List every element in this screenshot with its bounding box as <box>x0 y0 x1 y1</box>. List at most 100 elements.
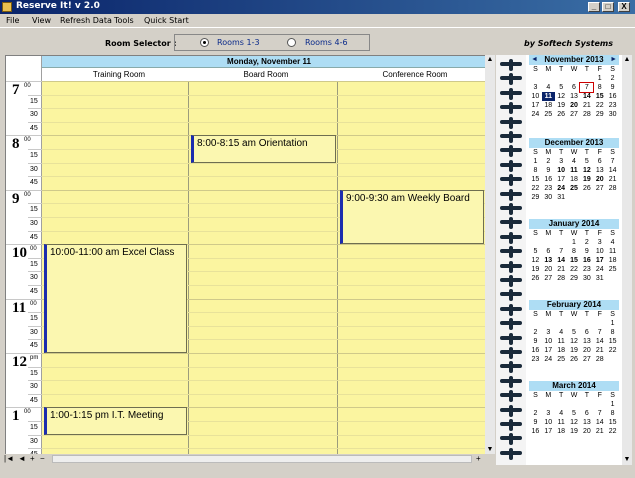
calendar-day[interactable]: 2 <box>529 409 542 418</box>
menu-quick-start[interactable]: Quick Start <box>144 16 189 25</box>
menu-tools[interactable]: Tools <box>114 16 134 25</box>
calendar-day[interactable]: 29 <box>529 193 542 202</box>
calendar-scroll-down-icon[interactable]: ▼ <box>622 455 632 465</box>
calendar-day[interactable]: 8 <box>593 83 606 92</box>
horizontal-scrollbar[interactable] <box>52 455 472 463</box>
calendar-scrollbar[interactable]: ▲ ▼ <box>622 55 632 465</box>
calendar-day[interactable]: 5 <box>555 83 568 92</box>
calendar-day[interactable]: 20 <box>593 175 606 184</box>
calendar-day[interactable]: 5 <box>568 409 581 418</box>
event-block[interactable]: 1:00-1:15 pm I.T. Meeting <box>44 407 187 435</box>
calendar-day[interactable]: 9 <box>529 337 542 346</box>
calendar-day[interactable]: 21 <box>593 427 606 436</box>
calendar-day[interactable]: 21 <box>580 101 593 110</box>
calendar-day[interactable]: 18 <box>568 175 581 184</box>
calendar-day[interactable]: 5 <box>580 157 593 166</box>
calendar-day[interactable]: 20 <box>580 427 593 436</box>
calendar-day[interactable]: 19 <box>529 265 542 274</box>
calendar-day[interactable]: 18 <box>555 427 568 436</box>
calendar-day[interactable]: 30 <box>580 274 593 283</box>
calendar-day[interactable]: 5 <box>568 328 581 337</box>
calendar-day[interactable]: 3 <box>542 409 555 418</box>
calendar-day[interactable]: 17 <box>555 175 568 184</box>
calendar-day[interactable]: 13 <box>542 256 555 265</box>
maximize-button[interactable]: □ <box>602 2 614 12</box>
calendar-day[interactable]: 4 <box>568 157 581 166</box>
calendar-day[interactable]: 9 <box>606 83 619 92</box>
calendar-day[interactable]: 22 <box>606 346 619 355</box>
calendar-day[interactable]: 30 <box>606 110 619 119</box>
calendar-day[interactable]: 27 <box>568 110 581 119</box>
calendar-day[interactable]: 14 <box>606 166 619 175</box>
calendar-day[interactable]: 8 <box>606 328 619 337</box>
calendar-day[interactable]: 2 <box>542 157 555 166</box>
calendar-day[interactable]: 16 <box>542 175 555 184</box>
rooms-4-6-radio[interactable] <box>287 38 296 47</box>
calendar-day[interactable]: 4 <box>555 409 568 418</box>
calendar-day[interactable]: 20 <box>580 346 593 355</box>
event-block[interactable]: 9:00-9:30 am Weekly Board <box>340 189 484 245</box>
calendar-day[interactable]: 11 <box>606 247 619 256</box>
calendar-day[interactable]: 16 <box>580 256 593 265</box>
calendar-day[interactable]: 10 <box>542 418 555 427</box>
calendar-day[interactable]: 18 <box>555 346 568 355</box>
calendar-day[interactable]: 14 <box>593 418 606 427</box>
calendar-day[interactable]: 26 <box>529 274 542 283</box>
calendar-day[interactable]: 7 <box>579 82 595 93</box>
calendar-day[interactable]: 15 <box>568 256 581 265</box>
schedule-scrollbar[interactable]: ▲ ▼ <box>485 55 495 455</box>
calendar-day[interactable]: 13 <box>593 166 606 175</box>
calendar-day[interactable]: 1 <box>593 74 606 83</box>
calendar-day[interactable]: 12 <box>580 166 593 175</box>
calendar-day[interactable]: 17 <box>542 427 555 436</box>
calendar-day[interactable]: 2 <box>529 328 542 337</box>
calendar-day[interactable]: 17 <box>529 101 542 110</box>
calendar-day[interactable]: 12 <box>568 418 581 427</box>
rooms-1-3-radio[interactable] <box>200 38 209 47</box>
calendar-day[interactable]: 17 <box>593 256 606 265</box>
next-month-icon[interactable]: ► <box>610 55 617 65</box>
calendar-day[interactable]: 13 <box>580 337 593 346</box>
calendar-day[interactable]: 7 <box>606 157 619 166</box>
calendar-day[interactable]: 3 <box>555 157 568 166</box>
calendar-day[interactable]: 15 <box>529 175 542 184</box>
calendar-day[interactable]: 10 <box>542 337 555 346</box>
calendar-day[interactable]: 23 <box>529 355 542 364</box>
calendar-day[interactable]: 10 <box>529 92 542 101</box>
close-button[interactable]: X <box>618 2 630 12</box>
calendar-day[interactable]: 26 <box>568 355 581 364</box>
calendar-day[interactable]: 13 <box>568 92 581 101</box>
calendar-day[interactable]: 19 <box>580 175 593 184</box>
calendar-day[interactable]: 18 <box>606 256 619 265</box>
calendar-day[interactable]: 6 <box>593 157 606 166</box>
calendar-day[interactable]: 19 <box>568 346 581 355</box>
calendar-day[interactable]: 14 <box>555 256 568 265</box>
calendar-day[interactable]: 24 <box>555 184 568 193</box>
calendar-day[interactable]: 25 <box>606 265 619 274</box>
calendar-day[interactable]: 6 <box>542 247 555 256</box>
calendar-day[interactable]: 7 <box>593 328 606 337</box>
calendar-day[interactable]: 25 <box>542 110 555 119</box>
prev-month-icon[interactable]: ◄ <box>531 55 538 65</box>
calendar-day[interactable]: 1 <box>606 319 619 328</box>
calendar-day[interactable]: 22 <box>606 427 619 436</box>
calendar-day[interactable]: 21 <box>593 346 606 355</box>
calendar-day[interactable]: 2 <box>580 238 593 247</box>
event-block[interactable]: 8:00-8:15 am Orientation <box>191 135 336 163</box>
calendar-day[interactable]: 14 <box>593 337 606 346</box>
calendar-day[interactable]: 9 <box>529 418 542 427</box>
room-column-conference[interactable] <box>338 81 486 454</box>
calendar-day[interactable]: 3 <box>529 83 542 92</box>
calendar-day[interactable]: 21 <box>606 175 619 184</box>
calendar-day[interactable]: 24 <box>542 355 555 364</box>
calendar-day[interactable]: 17 <box>542 346 555 355</box>
calendar-day[interactable]: 21 <box>555 265 568 274</box>
calendar-day[interactable]: 20 <box>568 101 581 110</box>
calendar-day[interactable]: 12 <box>555 92 568 101</box>
calendar-day[interactable]: 1 <box>568 238 581 247</box>
rooms-1-3-label[interactable]: Rooms 1-3 <box>217 38 260 47</box>
calendar-day[interactable]: 31 <box>593 274 606 283</box>
calendar-day[interactable]: 2 <box>606 74 619 83</box>
calendar-day[interactable]: 27 <box>542 274 555 283</box>
calendar-day[interactable]: 16 <box>606 92 619 101</box>
